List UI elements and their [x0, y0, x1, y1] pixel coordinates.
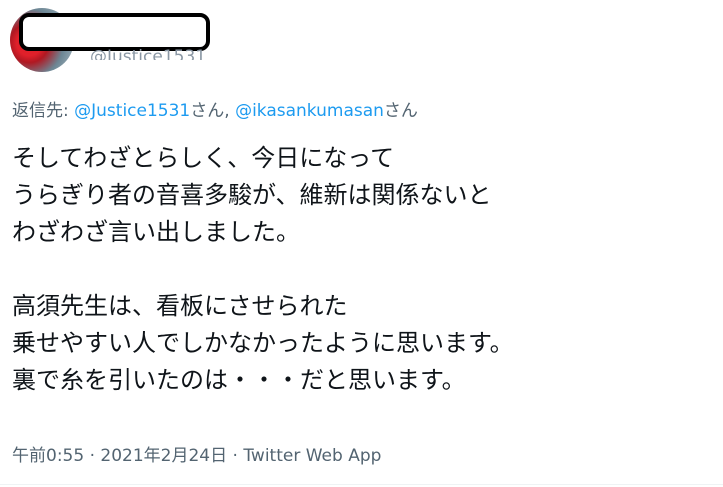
meta-separator: · — [84, 446, 101, 466]
reply-suffix-1: さん, — [190, 101, 236, 121]
tweet-text: そしてわざとらしく、今日になって うらぎり者の音喜多駿が、維新は関係ないと わざ… — [12, 140, 712, 399]
tweet-date[interactable]: 2021年2月24日 — [100, 446, 227, 466]
mention-link-justice1531[interactable]: @Justice1531 — [74, 101, 190, 121]
meta-separator: · — [227, 446, 244, 466]
mention-link-ikasankumasan[interactable]: @ikasankumasan — [235, 101, 384, 121]
tweet-source[interactable]: Twitter Web App — [243, 446, 381, 466]
tweet-time[interactable]: 午前0:55 — [12, 446, 84, 466]
tweet-line: 裏で糸を引いたのは・・・だと思います。 — [12, 366, 466, 394]
user-handle[interactable]: @Justice1531 — [90, 44, 206, 60]
reply-suffix-2: さん — [383, 101, 418, 121]
tweet-line: うらぎり者の音喜多駿が、維新は関係ないと — [12, 181, 492, 209]
tweet-metadata: 午前0:55 · 2021年2月24日 · Twitter Web App — [12, 441, 381, 466]
tweet-line: そしてわざとらしく、今日になって — [12, 144, 395, 172]
tweet-line: わざわざ言い出しました。 — [12, 218, 300, 246]
divider — [0, 484, 723, 485]
reply-prefix: 返信先: — [12, 101, 75, 121]
tweet-line: 乗せやすい人でしかなかったように思います。 — [12, 329, 514, 357]
tweet-line: 高須先生は、看板にさせられた — [12, 292, 348, 320]
reply-context: 返信先: @Justice1531さん, @ikasankumasanさん — [12, 96, 418, 121]
